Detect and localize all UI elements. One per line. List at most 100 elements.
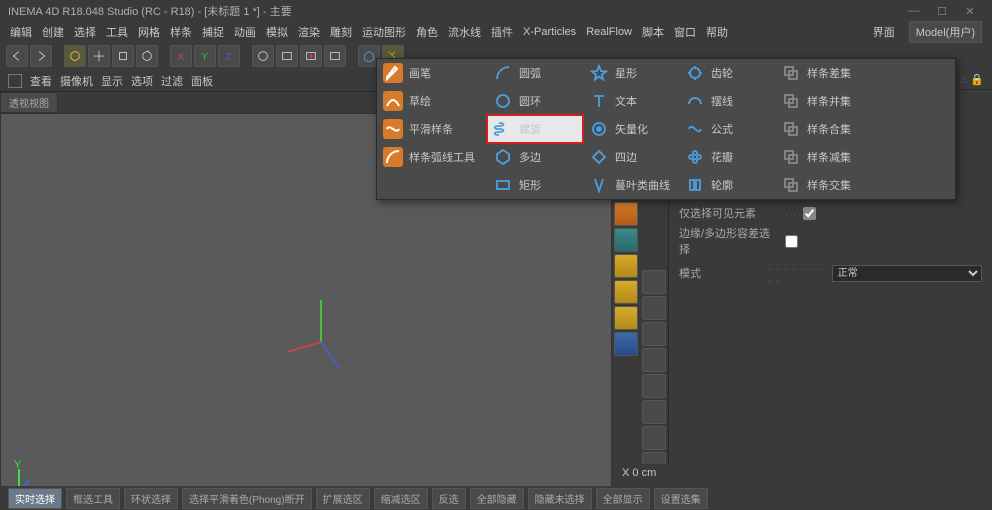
popup-spline-bool4[interactable]: 样条减集 [775, 143, 875, 171]
popup-formula[interactable]: 公式 [679, 115, 775, 143]
popup-label: 圆环 [519, 93, 541, 109]
popup-sketch[interactable]: 草绘 [377, 87, 487, 115]
popup-flower[interactable]: 花瓣 [679, 143, 775, 171]
menu-item[interactable]: 脚本 [642, 24, 664, 40]
popup-rect[interactable]: 矩形 [487, 171, 583, 199]
popup-cycloid[interactable]: 摆线 [679, 87, 775, 115]
popup-helix[interactable]: 螺旋 [487, 115, 583, 143]
strip-button[interactable] [614, 280, 638, 304]
menu-item[interactable]: 工具 [106, 24, 128, 40]
arc-tool-icon [383, 147, 403, 167]
bottom-tab[interactable]: 环状选择 [124, 488, 178, 509]
view-menu[interactable]: 查看 [30, 73, 52, 89]
menu-item[interactable]: 角色 [416, 24, 438, 40]
popup-star[interactable]: 星形 [583, 59, 679, 87]
menu-item[interactable]: 选择 [74, 24, 96, 40]
popup-spline-bool5[interactable]: 样条交集 [775, 171, 875, 199]
view-menu[interactable]: 面板 [191, 73, 213, 89]
popup-spline-bool3[interactable]: 样条合集 [775, 115, 875, 143]
popup-cissoid[interactable]: 蔓叶类曲线 [583, 171, 679, 199]
popup-profile[interactable]: 轮廓 [679, 171, 775, 199]
menu-item[interactable]: 模拟 [266, 24, 288, 40]
rotate-button[interactable] [136, 45, 158, 67]
axis-y-button[interactable]: Y [194, 45, 216, 67]
strip-button[interactable] [642, 374, 666, 398]
bottom-tab[interactable]: 选择平滑着色(Phong)断开 [182, 488, 312, 509]
strip-button[interactable] [614, 254, 638, 278]
menu-item[interactable]: 渲染 [298, 24, 320, 40]
maximize-button[interactable]: ☐ [928, 2, 956, 20]
axis-x-button[interactable]: X [170, 45, 192, 67]
menu-item[interactable]: X-Particles [523, 26, 576, 38]
view-menu[interactable]: 过滤 [161, 73, 183, 89]
menu-item[interactable]: 插件 [491, 24, 513, 40]
menu-item[interactable]: 帮助 [706, 24, 728, 40]
strip-button[interactable] [614, 332, 638, 356]
menu-item[interactable]: RealFlow [586, 26, 632, 38]
popup-cogwheel[interactable]: 齿轮 [679, 59, 775, 87]
minimize-button[interactable]: — [900, 2, 928, 20]
view-menu[interactable]: 选项 [131, 73, 153, 89]
bottom-tab[interactable]: 框选工具 [66, 488, 120, 509]
menu-item[interactable]: 样条 [170, 24, 192, 40]
menu-item[interactable]: 窗口 [674, 24, 696, 40]
strip-button[interactable] [642, 400, 666, 424]
strip-button[interactable] [642, 296, 666, 320]
bottom-tab[interactable]: 缩减选区 [374, 488, 428, 509]
redo-button[interactable] [30, 45, 52, 67]
bottom-tab[interactable]: 扩展选区 [316, 488, 370, 509]
undo-button[interactable] [6, 45, 28, 67]
popup-pen[interactable]: 画笔 [377, 59, 487, 87]
bottom-tab[interactable]: 反选 [432, 488, 466, 509]
menu-item[interactable]: 动画 [234, 24, 256, 40]
window-title: INEMA 4D R18.048 Studio (RC - R18) - [未标… [8, 3, 900, 19]
strip-button[interactable] [642, 348, 666, 372]
popup-vectorize[interactable]: 矢量化 [583, 115, 679, 143]
bottom-tab[interactable]: 设置选集 [654, 488, 708, 509]
popup-spline-bool2[interactable]: 样条并集 [775, 87, 875, 115]
viewport-tab[interactable]: 透视视图 [0, 92, 58, 113]
menu-item[interactable]: 流水线 [448, 24, 481, 40]
menu-item[interactable]: 捕捉 [202, 24, 224, 40]
layout-dropdown[interactable]: Model(用户) [909, 21, 982, 43]
strip-button[interactable] [642, 322, 666, 346]
popup-nside[interactable]: 多边 [487, 143, 583, 171]
render-settings-button[interactable] [324, 45, 346, 67]
render-region-button[interactable] [300, 45, 322, 67]
circle-icon [493, 91, 513, 111]
popup-smooth[interactable]: 平滑样条 [377, 115, 487, 143]
strip-button[interactable] [642, 426, 666, 450]
strip-button[interactable] [614, 228, 638, 252]
onlyvisible-checkbox[interactable] [803, 207, 816, 220]
strip-button[interactable] [642, 270, 666, 294]
popup-4side[interactable]: 四边 [583, 143, 679, 171]
popup-circle[interactable]: 圆环 [487, 87, 583, 115]
menu-item[interactable]: 网格 [138, 24, 160, 40]
strip-button[interactable] [614, 306, 638, 330]
menu-item[interactable]: 运动图形 [362, 24, 406, 40]
close-button[interactable]: ✕ [956, 2, 984, 20]
viewport-menu-icon[interactable] [8, 74, 22, 88]
view-menu[interactable]: 显示 [101, 73, 123, 89]
menu-item[interactable]: 创建 [42, 24, 64, 40]
menu-item[interactable]: 编辑 [10, 24, 32, 40]
menu-item[interactable]: 雕刻 [330, 24, 352, 40]
render-button[interactable] [276, 45, 298, 67]
scale-button[interactable] [112, 45, 134, 67]
bottom-tab[interactable]: 全部隐藏 [470, 488, 524, 509]
popup-spline-bool1[interactable]: 样条差集 [775, 59, 875, 87]
bottom-tab[interactable]: 隐藏未选择 [528, 488, 592, 509]
bottom-tab[interactable]: 全部显示 [596, 488, 650, 509]
axis-z-button[interactable]: Z [218, 45, 240, 67]
move-button[interactable] [88, 45, 110, 67]
coord-button[interactable] [252, 45, 274, 67]
mode-select[interactable]: 正常 [832, 265, 982, 282]
strip-button[interactable] [614, 202, 638, 226]
view-menu[interactable]: 摄像机 [60, 73, 93, 89]
bottom-tab[interactable]: 实时选择 [8, 488, 62, 509]
popup-text[interactable]: 文本 [583, 87, 679, 115]
edges-checkbox[interactable] [785, 235, 798, 248]
select-live-button[interactable] [64, 45, 86, 67]
popup-arc-tool[interactable]: 样条弧线工具 [377, 143, 487, 171]
popup-arc[interactable]: 圆弧 [487, 59, 583, 87]
